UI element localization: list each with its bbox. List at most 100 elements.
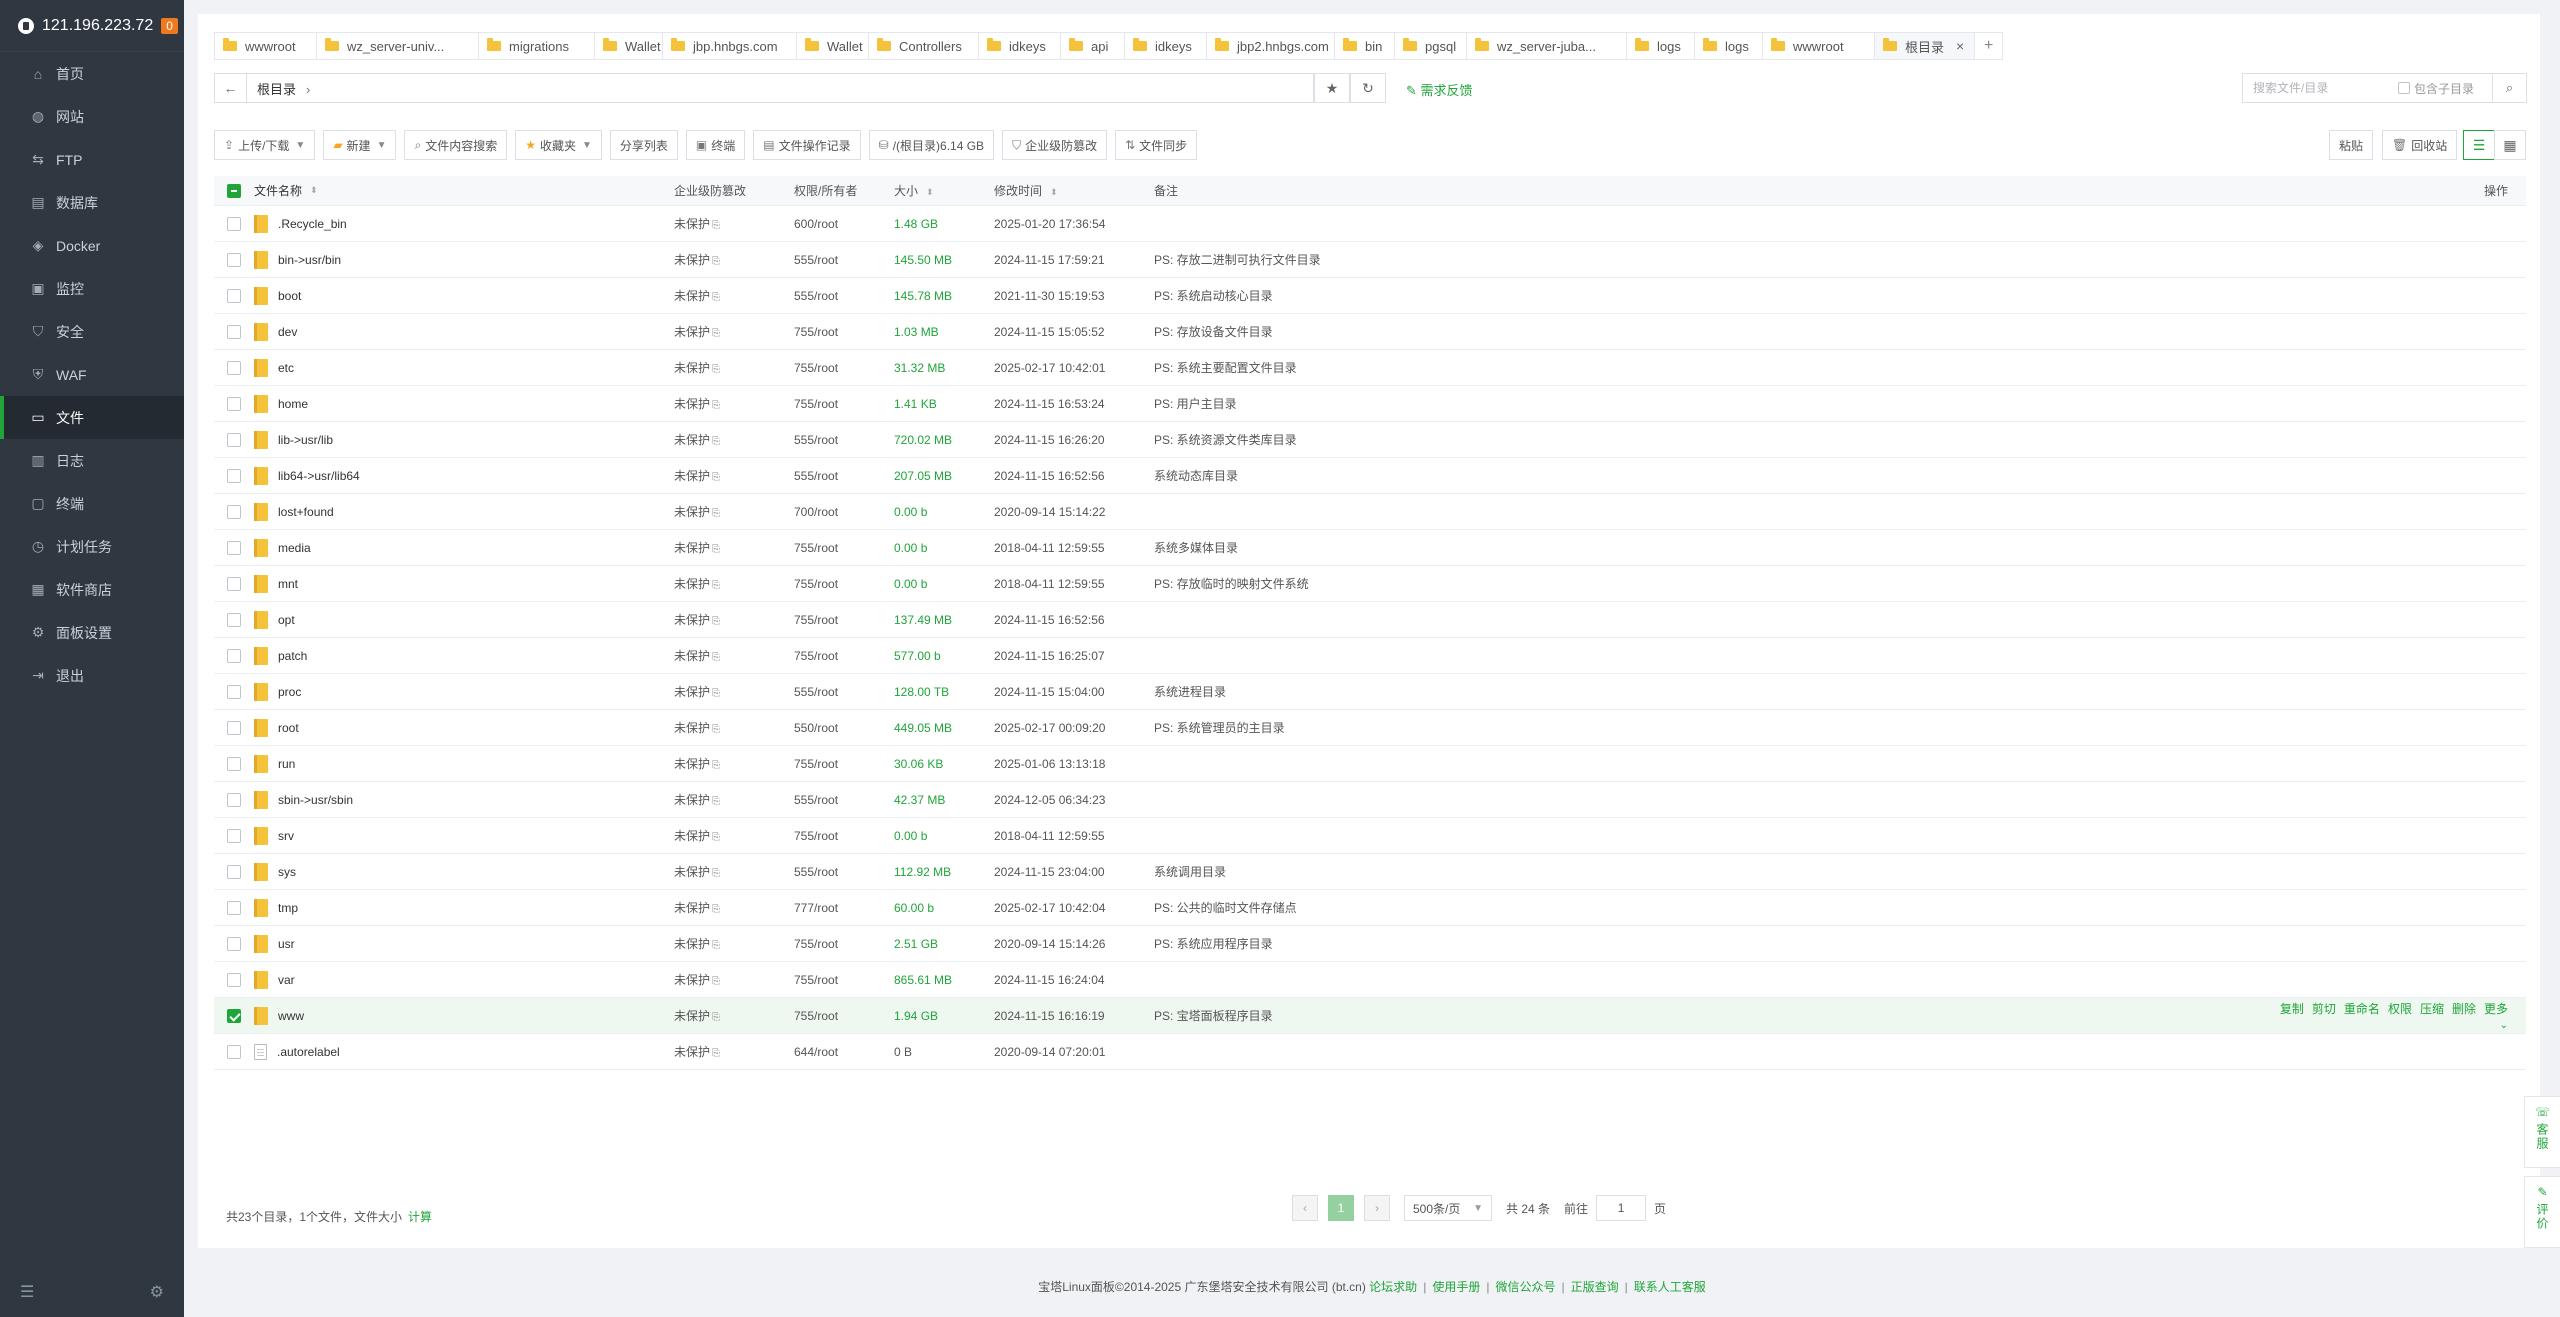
protect-status[interactable]: 未保护: [674, 613, 710, 627]
protect-status[interactable]: 未保护: [674, 325, 710, 339]
lock-icon[interactable]: ⎘: [712, 400, 720, 411]
file-size[interactable]: 0.00 b: [894, 541, 994, 555]
directory-tab[interactable]: migrations: [478, 32, 594, 60]
lock-icon[interactable]: ⎘: [712, 256, 720, 267]
note[interactable]: PS: 系统启动核心目录: [1154, 287, 2266, 304]
permission[interactable]: 777/root: [794, 901, 894, 915]
note[interactable]: PS: 存放二进制可执行文件目录: [1154, 251, 2266, 268]
file-size[interactable]: 0.00 b: [894, 505, 994, 519]
file-name[interactable]: bin->usr/bin: [278, 253, 341, 267]
sidebar-item[interactable]: ▥ 日志: [0, 439, 184, 482]
row-checkbox[interactable]: [227, 504, 241, 519]
lock-icon[interactable]: ⎘: [712, 328, 720, 339]
upload-download-button[interactable]: ⇪ 上传/下载 ▼: [214, 130, 316, 160]
note[interactable]: PS: 系统资源文件类库目录: [1154, 431, 2266, 448]
file-size[interactable]: 1.03 MB: [894, 325, 994, 339]
footer-link[interactable]: 联系人工客服: [1634, 1280, 1706, 1294]
file-log-button[interactable]: ▤ 文件操作记录: [753, 130, 861, 160]
permission[interactable]: 555/root: [794, 433, 894, 447]
lock-icon[interactable]: ⎘: [712, 436, 720, 447]
row-op-link[interactable]: 更多: [2484, 1002, 2508, 1016]
disk-button[interactable]: ⛁/(根目录)6.14 GB: [868, 130, 995, 160]
permission[interactable]: 555/root: [794, 793, 894, 807]
file-name[interactable]: media: [278, 541, 311, 555]
file-size[interactable]: 1.94 GB: [894, 1009, 994, 1023]
lock-icon[interactable]: ⎘: [712, 832, 720, 843]
file-sync-button[interactable]: ⇅ 文件同步: [1115, 130, 1198, 160]
file-name[interactable]: root: [278, 721, 299, 735]
permission[interactable]: 755/root: [794, 325, 894, 339]
permission[interactable]: 550/root: [794, 721, 894, 735]
permission[interactable]: 644/root: [794, 1045, 894, 1059]
protect-status[interactable]: 未保护: [674, 829, 710, 843]
sidebar-item[interactable]: ◷ 计划任务: [0, 525, 184, 568]
file-size[interactable]: 60.00 b: [894, 901, 994, 915]
protect-status[interactable]: 未保护: [674, 577, 710, 591]
col-size[interactable]: 大小 ⬍: [894, 182, 994, 199]
permission[interactable]: 755/root: [794, 937, 894, 951]
row-checkbox[interactable]: [227, 288, 241, 303]
row-checkbox[interactable]: [227, 324, 241, 339]
search-icon[interactable]: ⌕: [2492, 74, 2526, 102]
directory-tab[interactable]: wwwroot: [214, 32, 316, 60]
table-row[interactable]: etc 未保护 ⎘ 755/root 31.32 MB 2025-02-17 10:42:…: [214, 350, 2526, 386]
directory-tab[interactable]: idkeys: [1124, 32, 1206, 60]
note[interactable]: 系统动态库目录: [1154, 467, 2266, 484]
favorites-button[interactable]: ★ 收藏夹 ▼: [515, 130, 602, 160]
protect-status[interactable]: 未保护: [674, 217, 710, 231]
protect-status[interactable]: 未保护: [674, 649, 710, 663]
table-row[interactable]: home 未保护 ⎘ 755/root 1.41 KB 2024-11-15 16:53:…: [214, 386, 2526, 422]
lock-icon[interactable]: ⎘: [712, 940, 720, 951]
protect-status[interactable]: 未保护: [674, 433, 710, 447]
protect-status[interactable]: 未保护: [674, 865, 710, 879]
directory-tab[interactable]: api: [1060, 32, 1124, 60]
lock-icon[interactable]: ⎘: [712, 508, 720, 519]
table-row[interactable]: run 未保护 ⎘ 755/root 30.06 KB 2025-01-06 13:13:…: [214, 746, 2526, 782]
footer-link[interactable]: 微信公众号: [1495, 1280, 1555, 1294]
footer-link[interactable]: 使用手册: [1432, 1280, 1480, 1294]
permission[interactable]: 700/root: [794, 505, 894, 519]
protect-status[interactable]: 未保护: [674, 721, 710, 735]
row-checkbox[interactable]: [227, 756, 241, 771]
sidebar-item[interactable]: ◍ 网站: [0, 95, 184, 138]
permission[interactable]: 755/root: [794, 829, 894, 843]
select-all-checkbox[interactable]: [227, 183, 241, 198]
sidebar-item[interactable]: ▭ 文件: [0, 396, 184, 439]
directory-tab[interactable]: Wallet: [594, 32, 662, 60]
grid-view-icon[interactable]: ▦: [2494, 130, 2526, 160]
row-op-link[interactable]: 重命名: [2344, 1002, 2380, 1016]
lock-icon[interactable]: ⎘: [712, 580, 720, 591]
note[interactable]: PS: 用户主目录: [1154, 395, 2266, 412]
lock-icon[interactable]: ⎘: [712, 688, 720, 699]
note[interactable]: PS: 宝塔面板程序目录: [1154, 1007, 2266, 1024]
list-view-icon[interactable]: ☰: [2463, 130, 2495, 160]
file-name[interactable]: tmp: [278, 901, 298, 915]
protect-status[interactable]: 未保护: [674, 397, 710, 411]
lock-icon[interactable]: ⎘: [712, 796, 720, 807]
file-name[interactable]: run: [278, 757, 295, 771]
file-name[interactable]: .Recycle_bin: [278, 217, 347, 231]
file-name[interactable]: var: [278, 973, 295, 987]
lock-icon[interactable]: ⎘: [712, 616, 720, 627]
row-checkbox[interactable]: [227, 864, 241, 879]
file-size[interactable]: 112.92 MB: [894, 865, 994, 879]
directory-tab[interactable]: wwwroot: [1762, 32, 1874, 60]
breadcrumb[interactable]: 根目录 ›: [247, 79, 310, 98]
review-widget[interactable]: ✎ 评价: [2524, 1176, 2560, 1248]
permission[interactable]: 555/root: [794, 685, 894, 699]
lock-icon[interactable]: ⎘: [712, 544, 720, 555]
row-checkbox[interactable]: [227, 252, 241, 267]
terminal-button[interactable]: ▣ 终端: [685, 130, 746, 160]
row-op-link[interactable]: 压缩: [2420, 1002, 2444, 1016]
settings-icon[interactable]: ⚙: [150, 1282, 164, 1302]
permission[interactable]: 555/root: [794, 865, 894, 879]
directory-tab[interactable]: jbp2.hnbgs.com: [1206, 32, 1334, 60]
note[interactable]: 系统调用目录: [1154, 863, 2266, 880]
table-row[interactable]: tmp 未保护 ⎘ 777/root 60.00 b 2025-02-17 10:42:0…: [214, 890, 2526, 926]
footer-link[interactable]: 正版查询: [1571, 1280, 1619, 1294]
file-name[interactable]: patch: [278, 649, 307, 663]
file-size[interactable]: 0.00 b: [894, 829, 994, 843]
table-row[interactable]: sys 未保护 ⎘ 555/root 112.92 MB 2024-11-15 23:04…: [214, 854, 2526, 890]
protect-status[interactable]: 未保护: [674, 253, 710, 267]
table-row[interactable]: var 未保护 ⎘ 755/root 865.61 MB 2024-11-15 16:24…: [214, 962, 2526, 998]
